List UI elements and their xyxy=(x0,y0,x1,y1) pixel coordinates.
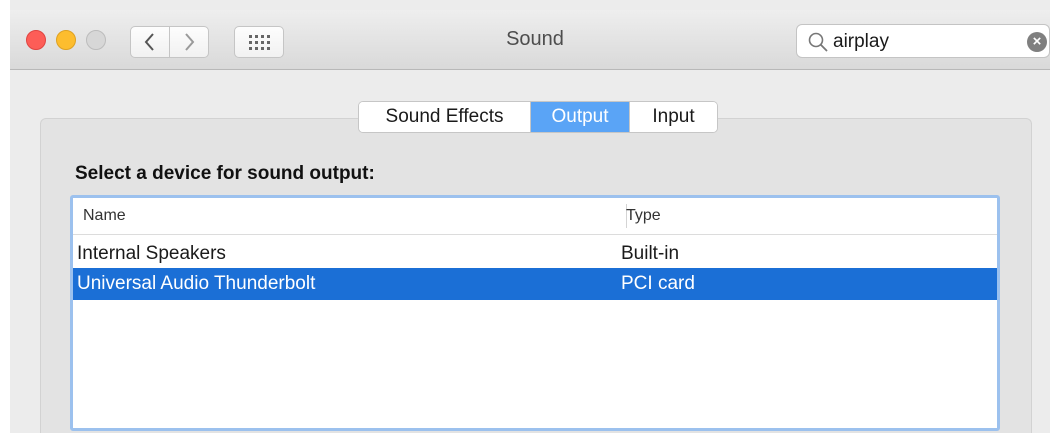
back-button[interactable] xyxy=(130,26,170,58)
toolbar: Sound airplay × xyxy=(10,10,1050,70)
tab-bar: Sound Effects Output Input xyxy=(358,101,718,133)
output-heading: Select a device for sound output: xyxy=(75,163,375,184)
search-icon xyxy=(808,32,828,52)
zoom-button xyxy=(86,30,106,50)
grid-icon xyxy=(249,35,270,50)
column-header-type[interactable]: Type xyxy=(626,207,661,225)
table-row[interactable]: Internal Speakers Built-in xyxy=(73,238,997,270)
table-header: Name Type xyxy=(73,198,997,235)
column-header-name[interactable]: Name xyxy=(83,207,126,225)
device-name: Universal Audio Thunderbolt xyxy=(77,273,316,294)
search-field[interactable]: airplay × xyxy=(796,24,1050,58)
chevron-right-icon xyxy=(185,33,195,51)
device-type: PCI card xyxy=(621,273,695,294)
tab-output[interactable]: Output xyxy=(531,102,629,132)
show-all-button[interactable] xyxy=(234,26,284,58)
clear-icon[interactable]: × xyxy=(1027,32,1047,52)
tab-input[interactable]: Input xyxy=(629,102,717,132)
forward-button[interactable] xyxy=(169,26,209,58)
close-button[interactable] xyxy=(26,30,46,50)
search-input[interactable]: airplay xyxy=(833,31,889,53)
tab-sound-effects[interactable]: Sound Effects xyxy=(359,102,531,132)
chevron-left-icon xyxy=(144,33,154,51)
device-type: Built-in xyxy=(621,243,680,264)
output-device-table[interactable]: Name Type Internal Speakers Built-in Uni… xyxy=(70,195,1000,431)
minimize-button[interactable] xyxy=(56,30,76,50)
window-title: Sound xyxy=(506,28,564,50)
table-row-selected[interactable]: Universal Audio Thunderbolt PCI card xyxy=(73,268,997,300)
device-name: Internal Speakers xyxy=(77,243,226,264)
